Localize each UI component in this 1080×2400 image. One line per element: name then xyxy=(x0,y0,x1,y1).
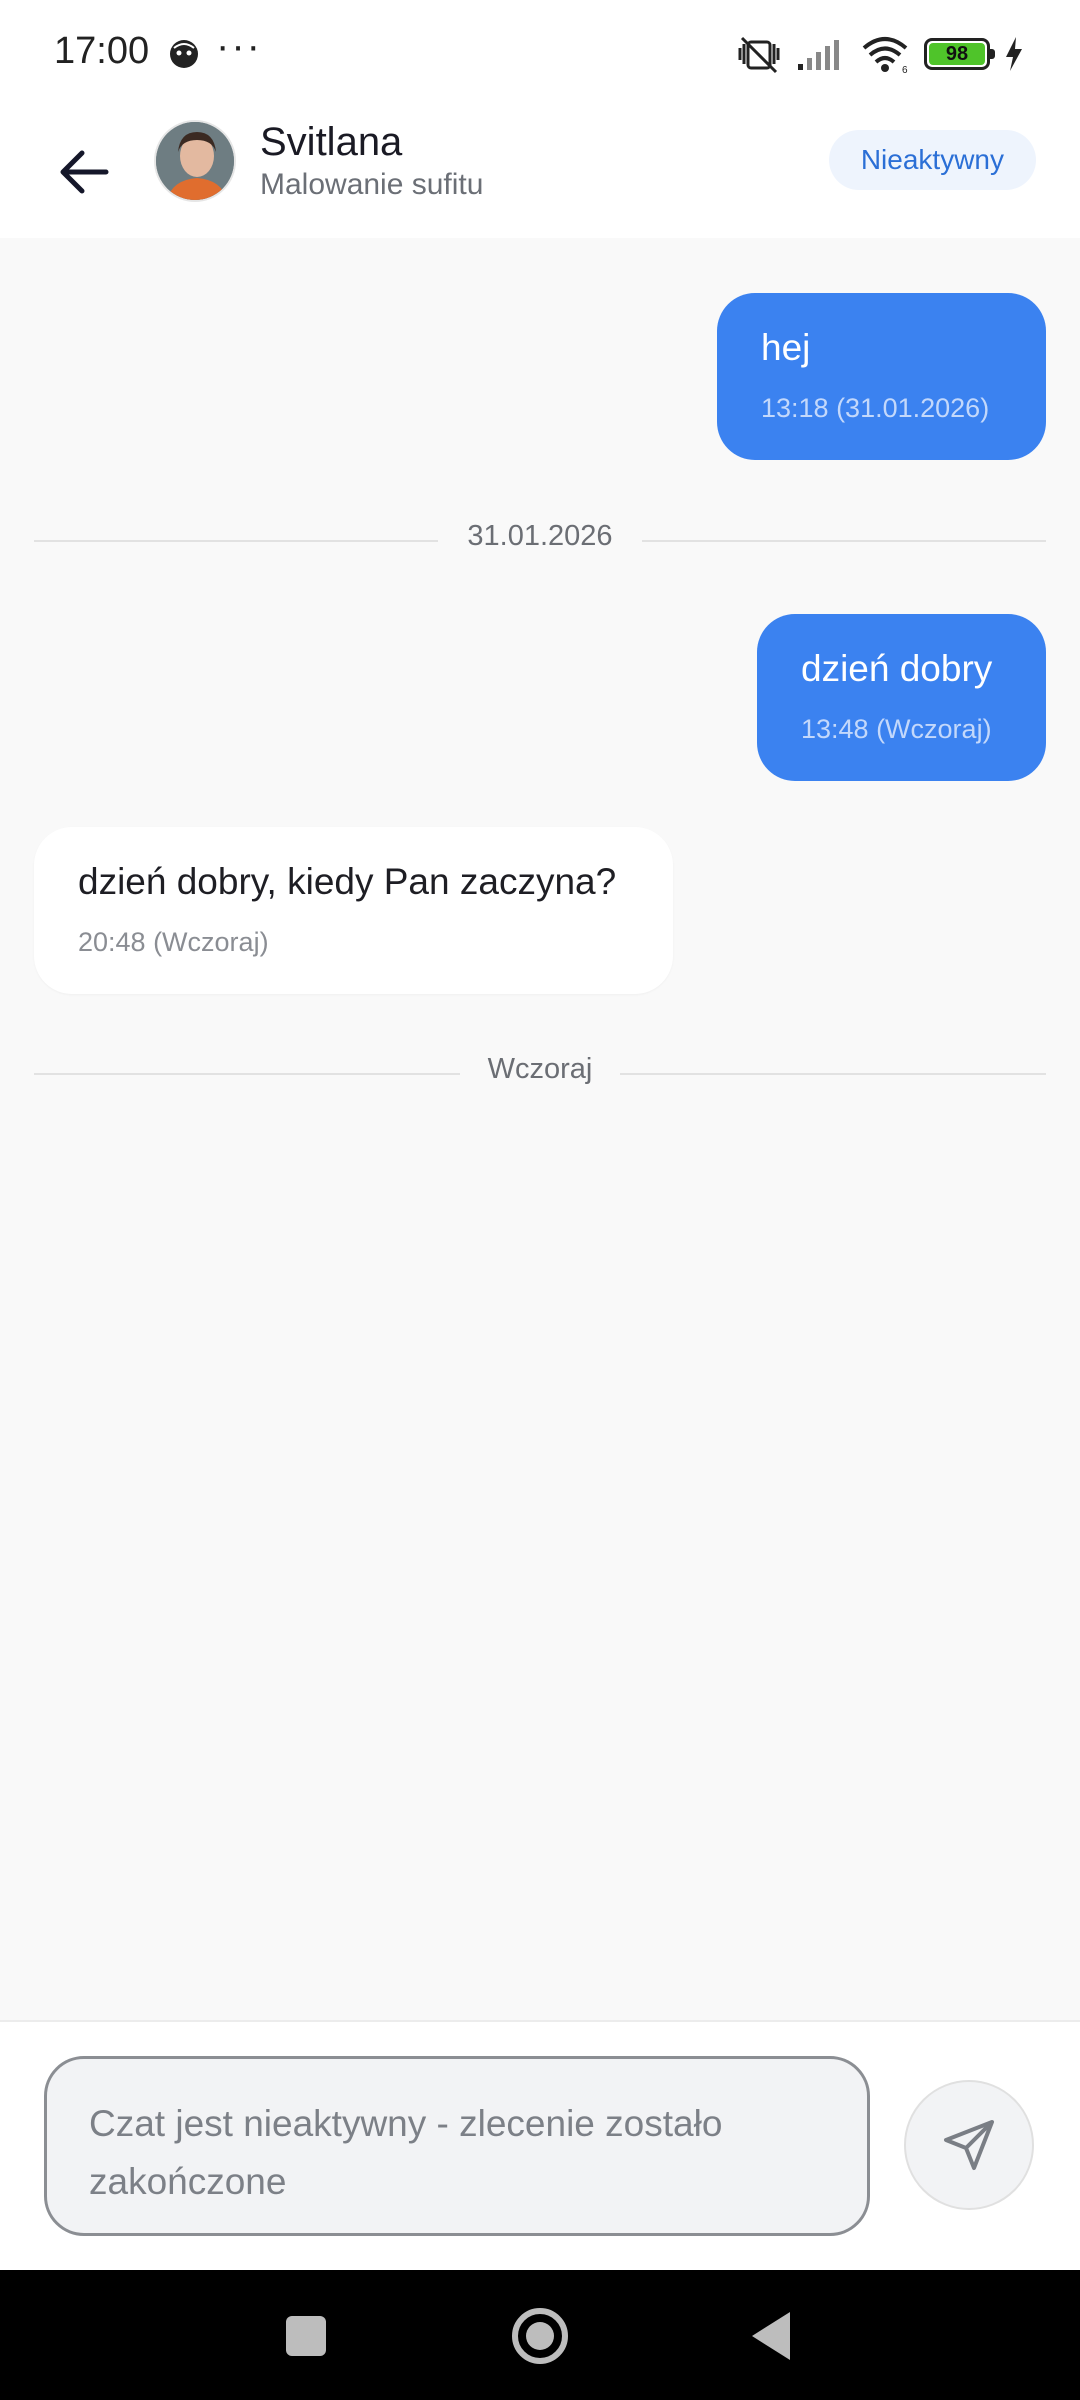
message-bubble-outgoing[interactable]: hej 13:18 (31.01.2026) xyxy=(717,293,1046,460)
wifi-icon: 6 xyxy=(862,37,908,74)
message-input[interactable]: Czat jest nieaktywny - zlecenie zostało … xyxy=(44,2056,870,2236)
status-badge: Nieaktywny xyxy=(828,130,1036,190)
message-time: 13:48 (Wczoraj) xyxy=(801,714,992,744)
date-divider-label: 31.01.2026 xyxy=(467,520,613,552)
send-icon xyxy=(944,2120,994,2170)
composer-bar: Czat jest nieaktywny - zlecenie zostało … xyxy=(0,2020,1080,2270)
home-button[interactable] xyxy=(512,2308,568,2364)
message-bubble-outgoing[interactable]: dzień dobry 13:48 (Wczoraj) xyxy=(757,614,1046,781)
message-text: dzień dobry xyxy=(801,648,993,689)
arrow-left-icon xyxy=(60,150,109,194)
system-nav-bar xyxy=(0,2270,1080,2400)
face-icon xyxy=(170,40,198,68)
message-list: hej 13:18 (31.01.2026) 31.01.2026 dzień … xyxy=(0,238,1080,2020)
status-more-dots: ··· xyxy=(216,24,262,68)
date-divider: 31.01.2026 xyxy=(34,520,1046,560)
chat-header: Svitlana Malowanie sufitu Nieaktywny xyxy=(0,108,1080,238)
message-bubble-incoming[interactable]: dzień dobry, kiedy Pan zaczyna? 20:48 (W… xyxy=(34,827,673,994)
chat-screen: 17:00 ··· 6 98 Svitlana Malowanie sufitu… xyxy=(0,0,1080,2400)
battery-icon: 98 xyxy=(924,38,995,70)
message-text: dzień dobry, kiedy Pan zaczyna? xyxy=(78,861,617,902)
back-button[interactable] xyxy=(44,132,124,212)
recents-button[interactable] xyxy=(286,2316,326,2356)
job-title: Malowanie sufitu xyxy=(260,168,484,201)
system-back-button[interactable] xyxy=(752,2312,790,2360)
status-bar: 17:00 ··· 6 98 xyxy=(0,0,1080,108)
date-divider-label: Wczoraj xyxy=(487,1053,593,1085)
mute-vibrate-icon xyxy=(738,36,780,74)
svg-text:6: 6 xyxy=(902,65,908,74)
contact-name: Svitlana xyxy=(260,120,403,164)
message-time: 20:48 (Wczoraj) xyxy=(78,927,269,957)
message-time: 13:18 (31.01.2026) xyxy=(761,393,990,423)
signal-icon xyxy=(798,40,839,70)
avatar-image xyxy=(156,122,234,200)
avatar[interactable] xyxy=(154,120,236,202)
charging-bolt-icon xyxy=(1006,37,1022,71)
message-text: hej xyxy=(761,327,811,368)
send-button[interactable] xyxy=(904,2080,1034,2210)
date-divider: Wczoraj xyxy=(34,1053,1046,1093)
status-time: 17:00 xyxy=(54,30,150,72)
battery-level: 98 xyxy=(929,43,985,65)
status-icons: 6 98 xyxy=(736,34,1024,74)
